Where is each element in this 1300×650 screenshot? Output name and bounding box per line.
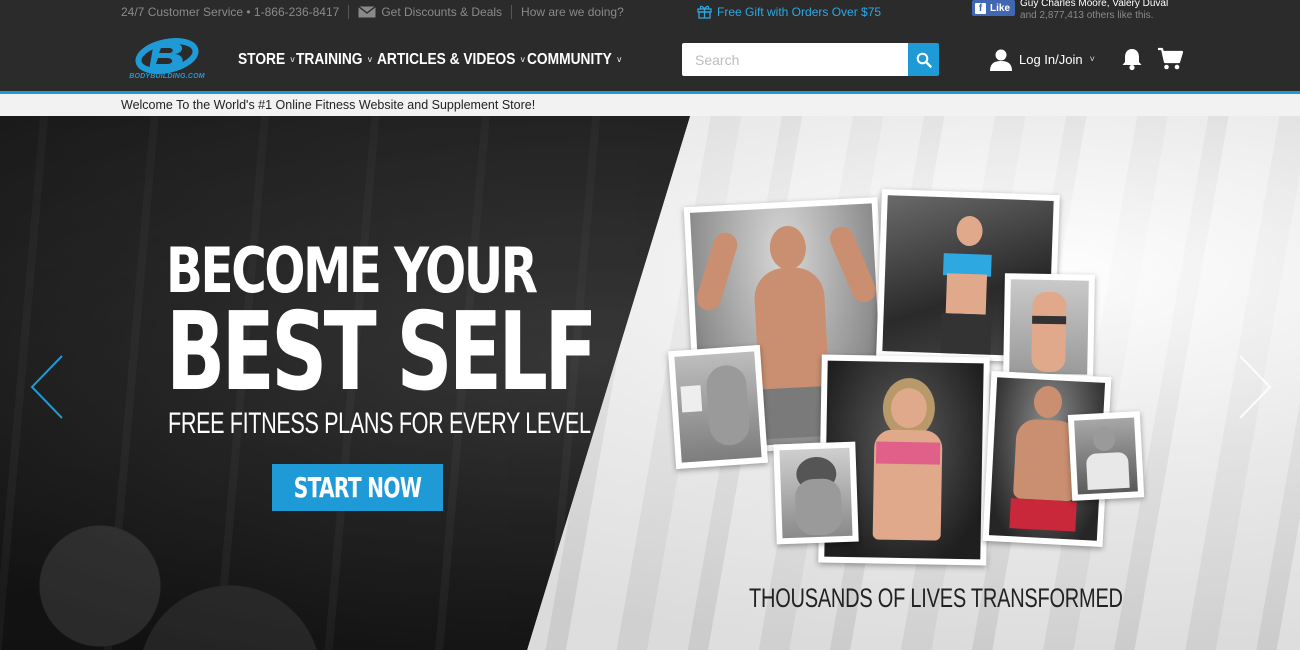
nav-community[interactable]: COMMUNITY ˅ xyxy=(527,51,622,69)
figure-shorts xyxy=(1009,498,1077,532)
hero-caption: THOUSANDS OF LIVES TRANSFORMED xyxy=(749,583,1123,613)
figure-body xyxy=(705,364,751,447)
carousel-next-button[interactable] xyxy=(1236,354,1274,420)
figure-head xyxy=(768,224,808,271)
customer-service-text: 24/7 Customer Service • 1-866-236-8417 xyxy=(121,4,340,19)
facebook-like-label: Like xyxy=(990,2,1011,14)
photo-image xyxy=(674,351,762,463)
figure-arm xyxy=(826,222,880,306)
search-button[interactable] xyxy=(908,43,939,76)
chevron-right-icon xyxy=(1239,355,1272,419)
notifications-button[interactable] xyxy=(1121,47,1143,71)
logo-mark-icon xyxy=(135,38,199,74)
discounts-link[interactable]: Get Discounts & Deals xyxy=(381,5,502,19)
free-gift-text: Free Gift with Orders Over $75 xyxy=(717,4,882,19)
utility-links: 24/7 Customer Service • 1-866-236-8417 G… xyxy=(121,0,624,23)
nav-community-label: COMMUNITY xyxy=(526,50,612,68)
figure-shirt xyxy=(1085,451,1130,491)
chevron-down-icon: ˅ xyxy=(520,54,525,65)
facebook-icon: f xyxy=(975,2,986,14)
figure-torso xyxy=(753,266,830,390)
search-icon xyxy=(916,52,932,68)
photo-bikini-woman xyxy=(1003,273,1095,381)
photo-image xyxy=(1074,417,1138,495)
figure-head xyxy=(1033,385,1063,419)
figure-head xyxy=(1092,426,1116,452)
figure-paper xyxy=(680,385,703,413)
photo-image xyxy=(779,447,853,539)
start-now-label: START NOW xyxy=(293,471,422,504)
nav-training-label: TRAINING xyxy=(296,50,363,68)
nav-articles-videos[interactable]: ARTICLES & VIDEOS ˅ xyxy=(377,51,525,69)
hero-banner[interactable]: THOUSANDS OF LIVES TRANSFORMED BECOME YO… xyxy=(0,116,1300,650)
nav-store-label: STORE xyxy=(238,50,286,68)
figure-arm xyxy=(693,229,741,314)
chevron-down-icon: ˅ xyxy=(616,54,622,65)
photo-before-woman xyxy=(773,441,859,545)
primary-menu: STORE ˅ TRAINING ˅ ARTICLES & VIDEOS ˅ C… xyxy=(238,28,637,91)
nav-training[interactable]: TRAINING ˅ xyxy=(296,51,372,69)
divider xyxy=(511,4,513,19)
bell-icon xyxy=(1122,49,1142,71)
main-navigation: BODYBUILDING.COM STORE ˅ TRAINING ˅ ARTI… xyxy=(0,28,1300,91)
welcome-text: Welcome To the World's #1 Online Fitness… xyxy=(121,98,536,112)
photo-image xyxy=(1009,279,1089,375)
nav-store[interactable]: STORE ˅ xyxy=(238,51,295,69)
figure-pants xyxy=(940,313,992,355)
figure-bikini xyxy=(1032,315,1067,325)
cart-icon xyxy=(1158,47,1184,70)
hero-headline-line2: BEST SELF xyxy=(166,290,598,415)
divider xyxy=(348,4,350,19)
cart-button[interactable] xyxy=(1157,47,1184,71)
figure-head xyxy=(956,215,984,247)
figure-top xyxy=(875,441,941,465)
login-join-menu[interactable]: Log In/Join ˅ xyxy=(990,46,1095,72)
mail-icon xyxy=(358,5,377,18)
facebook-friends[interactable]: Guy Charles Moore, Valery Duval xyxy=(1020,0,1168,10)
logo-text: BODYBUILDING.COM xyxy=(129,73,205,80)
chevron-left-icon xyxy=(30,355,63,419)
login-join-label: Log In/Join xyxy=(1019,51,1083,67)
gift-icon xyxy=(697,4,712,19)
welcome-strip: Welcome To the World's #1 Online Fitness… xyxy=(0,94,1300,116)
free-gift-link[interactable]: Free Gift with Orders Over $75 xyxy=(697,0,881,23)
photo-before-man xyxy=(667,344,769,470)
facebook-like-widget: f Like Guy Charles Moore, Valery Duval a… xyxy=(972,0,1168,23)
search-input[interactable] xyxy=(682,43,909,76)
facebook-like-button[interactable]: f Like xyxy=(972,0,1016,16)
utility-bar: 24/7 Customer Service • 1-866-236-8417 G… xyxy=(0,0,1300,28)
hero-subline: FREE FITNESS PLANS FOR EVERY LEVEL xyxy=(168,407,591,440)
photo-small-man xyxy=(1067,411,1145,501)
figure-torso xyxy=(945,273,988,315)
carousel-prev-button[interactable] xyxy=(28,354,66,420)
start-now-button[interactable]: START NOW xyxy=(272,464,443,511)
facebook-others-count: and 2,877,413 others like this. xyxy=(1020,10,1154,21)
feedback-link[interactable]: How are we doing? xyxy=(521,5,624,19)
figure-body xyxy=(1031,291,1067,373)
bodybuilding-logo[interactable]: BODYBUILDING.COM xyxy=(119,36,215,86)
figure-body xyxy=(794,478,843,536)
nav-articles-videos-label: ARTICLES & VIDEOS xyxy=(376,50,516,68)
chevron-down-icon: ˅ xyxy=(367,54,373,65)
chevron-down-icon: ˅ xyxy=(290,54,295,65)
facebook-social-text: Guy Charles Moore, Valery Duval and 2,87… xyxy=(1020,0,1168,22)
user-icon xyxy=(990,49,1012,71)
chevron-down-icon: ˅ xyxy=(1089,54,1095,64)
